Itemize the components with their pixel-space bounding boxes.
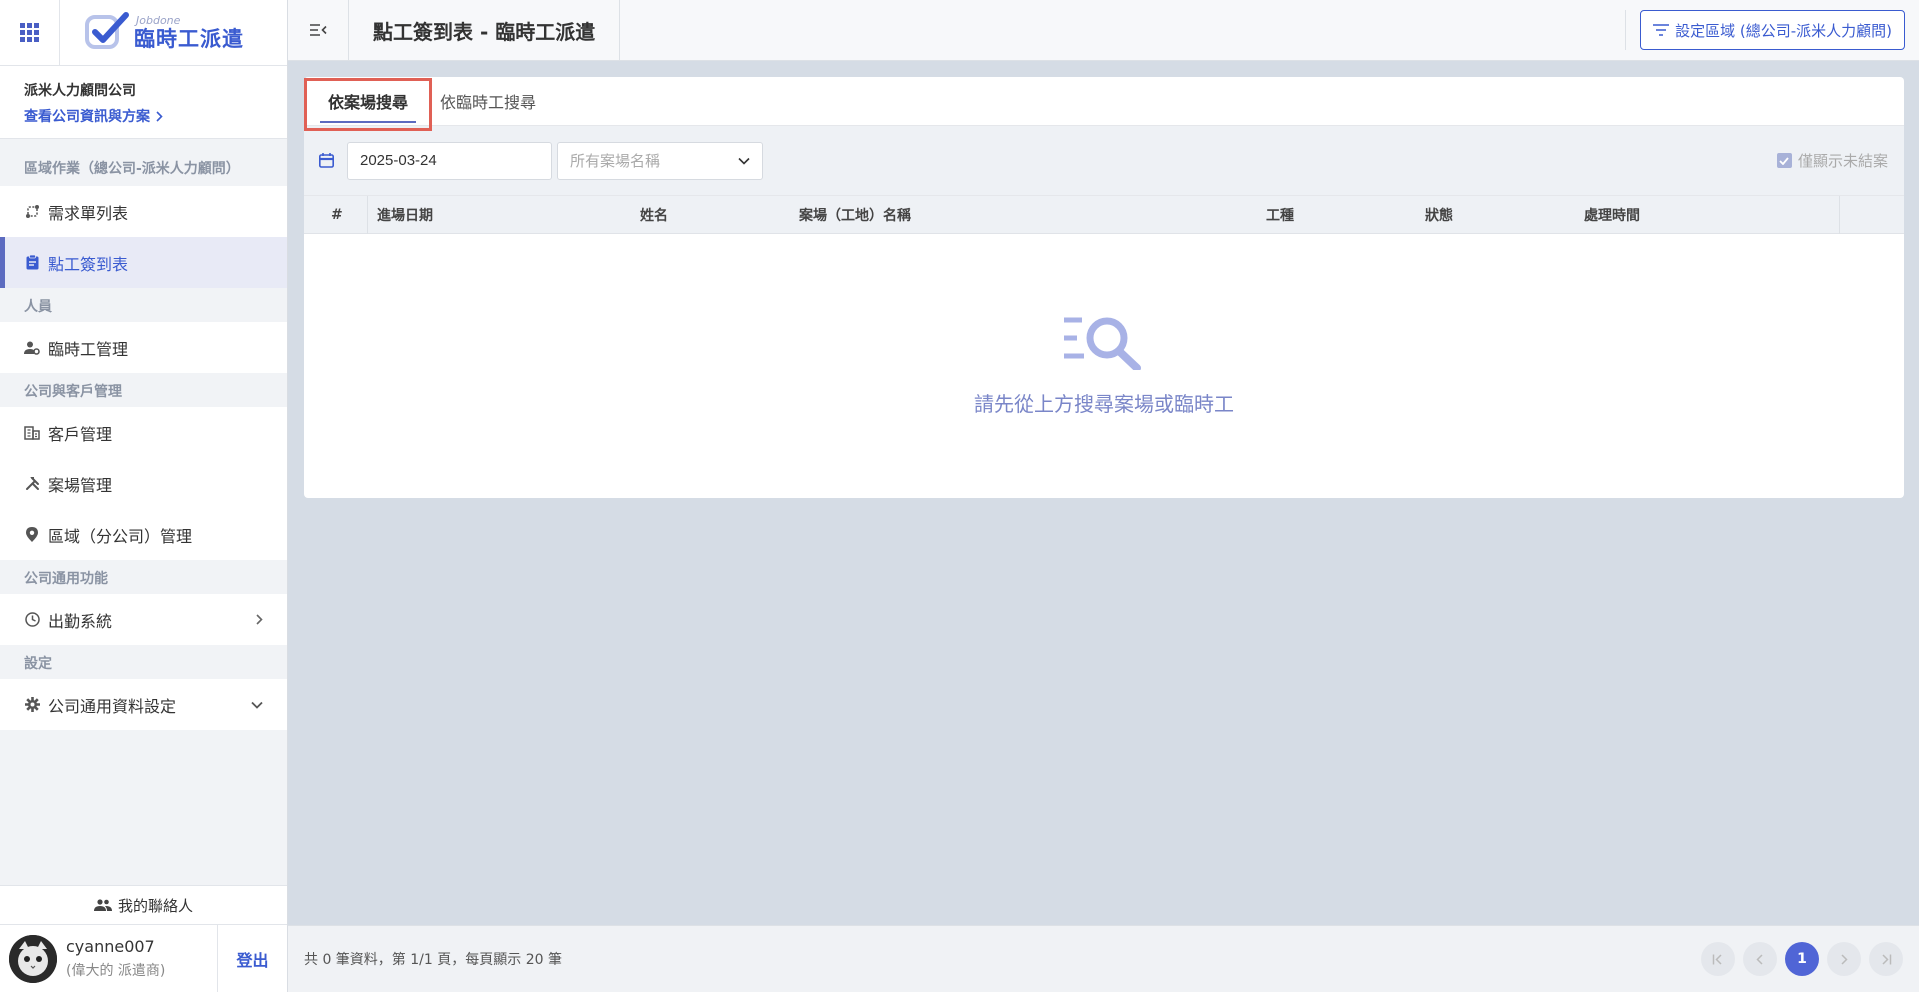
column-header-entry-date[interactable]: 進場日期 — [377, 196, 433, 234]
set-region-label: 設定區域 (總公司-派米人力顧問) — [1675, 21, 1892, 40]
site-select-placeholder: 所有案場名稱 — [570, 152, 661, 170]
sidebar-item-label: 公司通用資料設定 — [48, 696, 177, 716]
gear-icon — [24, 697, 40, 713]
signin-sheet-card: 依案場搜尋 依臨時工搜尋 所有案場名稱 僅顯示未結案 # 進場日期 姓名 案場（… — [304, 77, 1904, 498]
apps-grid-button[interactable] — [0, 0, 60, 65]
filter-icon — [1653, 24, 1670, 36]
empty-state: 請先從上方搜尋案場或臨時工 — [304, 234, 1904, 497]
sidebar-item-requests[interactable]: 需求單列表 — [0, 186, 287, 237]
route-icon — [24, 204, 40, 220]
user-panel: cyanne007 (偉大的 派遣商) 登出 — [0, 925, 287, 992]
clock-icon — [24, 612, 40, 628]
only-open-label: 僅顯示未結案 — [1797, 152, 1888, 170]
search-list-icon — [1064, 317, 1141, 370]
sidebar-item-label: 臨時工管理 — [48, 339, 129, 359]
sidebar-item-common-settings[interactable]: 公司通用資料設定 — [0, 679, 287, 730]
set-region-button[interactable]: 設定區域 (總公司-派米人力顧問) — [1640, 10, 1905, 50]
user-name: cyanne007 — [66, 937, 155, 956]
location-pin-icon — [24, 527, 40, 543]
chevron-left-icon — [1756, 953, 1763, 965]
apps-grid-icon — [20, 23, 39, 42]
section-title-region: 區域作業（總公司-派米人力顧問） — [24, 161, 240, 177]
site-select[interactable]: 所有案場名稱 — [557, 141, 763, 180]
app-logo[interactable]: Jobdone 臨時工派遣 — [60, 0, 244, 65]
date-input[interactable] — [347, 141, 552, 180]
sidebar-item-label: 出勤系統 — [48, 611, 113, 631]
header-divider — [1625, 10, 1627, 50]
search-tabs: 依案場搜尋 依臨時工搜尋 — [304, 76, 1904, 131]
section-title-company-clients: 公司與客戶管理 — [24, 384, 122, 400]
logout-button[interactable]: 登出 — [217, 925, 287, 992]
column-header-processing-time[interactable]: 處理時間 — [1584, 196, 1640, 234]
my-contacts-label: 我的聯絡人 — [117, 896, 193, 915]
sidebar-item-label: 需求單列表 — [48, 203, 129, 223]
menu-collapse-icon — [310, 24, 327, 36]
sidebar-header: Jobdone 臨時工派遣 — [0, 0, 287, 66]
chevron-down-icon — [738, 157, 750, 165]
building-icon — [24, 425, 40, 441]
check-icon — [1779, 156, 1790, 165]
tools-icon — [24, 476, 40, 492]
column-header-name[interactable]: 姓名 — [640, 196, 668, 234]
sidebar-item-clients[interactable]: 客戶管理 — [0, 407, 287, 458]
first-page-button[interactable] — [1701, 942, 1735, 976]
collapse-sidebar-button[interactable] — [288, 0, 349, 61]
logo-small-text: Jobdone — [136, 14, 181, 27]
chevron-down-icon — [251, 701, 263, 709]
people-icon — [93, 899, 112, 911]
first-page-icon — [1712, 953, 1722, 965]
sidebar-item-regions[interactable]: 區域（分公司）管理 — [0, 509, 287, 560]
user-role: (偉大的 派遣商) — [66, 963, 166, 979]
chevron-right-icon — [156, 110, 163, 122]
last-page-button[interactable] — [1869, 942, 1903, 976]
prev-page-button[interactable] — [1743, 942, 1777, 976]
company-info-link[interactable]: 查看公司資訊與方案 — [24, 106, 263, 126]
page-number-button[interactable]: 1 — [1785, 942, 1819, 976]
sidebar: Jobdone 臨時工派遣 派米人力顧問公司 查看公司資訊與方案 區域作業（總公… — [0, 0, 288, 992]
tab-search-by-site[interactable]: 依案場搜尋 — [312, 76, 424, 125]
section-title-personnel: 人員 — [24, 299, 52, 315]
sidebar-item-signin-sheet[interactable]: 點工簽到表 — [0, 237, 287, 288]
sidebar-item-label: 點工簽到表 — [48, 254, 129, 274]
avatar[interactable] — [9, 934, 57, 983]
clipboard-icon — [24, 255, 40, 271]
company-info-link-label: 查看公司資訊與方案 — [24, 109, 150, 125]
filter-bar: 所有案場名稱 僅顯示未結案 — [304, 126, 1904, 196]
sidebar-item-temp-workers[interactable]: 臨時工管理 — [0, 322, 287, 373]
empty-state-message: 請先從上方搜尋案場或臨時工 — [974, 392, 1234, 416]
only-open-toggle[interactable]: 僅顯示未結案 — [1776, 150, 1888, 171]
sidebar-item-attendance[interactable]: 出勤系統 — [0, 594, 287, 645]
next-page-button[interactable] — [1827, 942, 1861, 976]
table-header: # 進場日期 姓名 案場（工地）名稱 工種 狀態 處理時間 — [304, 196, 1904, 234]
tab-search-by-worker[interactable]: 依臨時工搜尋 — [424, 76, 552, 125]
chevron-right-icon — [1841, 953, 1848, 965]
column-header-site-name[interactable]: 案場（工地）名稱 — [799, 196, 911, 234]
top-header: 點工簽到表 - 臨時工派遣 設定區域 (總公司-派米人力顧問) — [288, 0, 1919, 61]
logo-title: 臨時工派遣 — [134, 27, 244, 51]
sidebar-item-label: 區域（分公司）管理 — [48, 526, 193, 546]
sidebar-item-label: 案場管理 — [48, 475, 113, 495]
section-title-settings: 設定 — [24, 656, 52, 672]
company-panel: 派米人力顧問公司 查看公司資訊與方案 — [0, 66, 287, 139]
pagination-footer: 共 0 筆資料，第 1/1 頁，每頁顯示 20 筆 1 — [288, 925, 1919, 992]
logo-check-icon — [85, 11, 129, 49]
company-name: 派米人力顧問公司 — [24, 83, 136, 99]
column-header-status[interactable]: 狀態 — [1425, 196, 1453, 234]
column-header-work-type[interactable]: 工種 — [1266, 196, 1294, 234]
chevron-right-icon — [256, 614, 263, 625]
pagination-info: 共 0 筆資料，第 1/1 頁，每頁顯示 20 筆 — [304, 952, 562, 968]
user-gear-icon — [24, 340, 40, 356]
sidebar-item-sites[interactable]: 案場管理 — [0, 458, 287, 509]
calendar-icon[interactable] — [319, 153, 339, 168]
last-page-icon — [1882, 953, 1892, 965]
column-header-index[interactable]: # — [331, 196, 343, 234]
section-title-common: 公司通用功能 — [24, 571, 108, 587]
column-divider — [1839, 196, 1840, 234]
only-open-checkbox[interactable] — [1776, 153, 1792, 168]
sidebar-item-label: 客戶管理 — [48, 424, 113, 444]
column-divider — [367, 196, 368, 234]
page-title: 點工簽到表 - 臨時工派遣 — [349, 0, 621, 61]
my-contacts-button[interactable]: 我的聯絡人 — [0, 885, 287, 925]
pagination: 1 — [1701, 942, 1903, 976]
